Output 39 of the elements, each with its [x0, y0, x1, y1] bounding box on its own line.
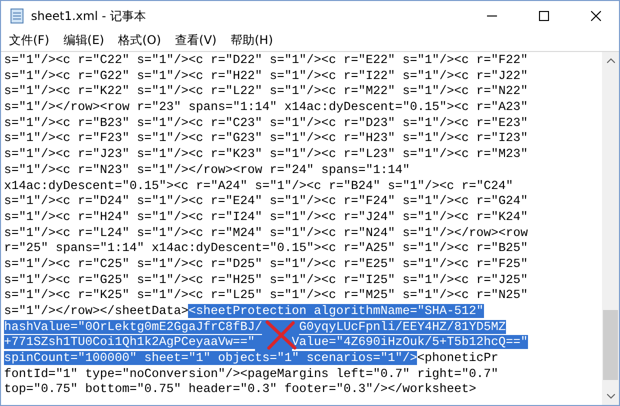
- text-line: s="1"/><c r="C25" s="1"/><c r="D25" s="1"/><c r="E25" s="1"/><c r="F25": [4, 256, 528, 271]
- selected-text: +771SZsh1TU0Coi1Qh1k2AgPCeyaaVw==": [4, 335, 255, 350]
- selected-text: Value="4Z690iHzOuk/5+T5b12hcQ==": [292, 335, 528, 350]
- chevron-up-icon: [606, 58, 614, 63]
- menu-item[interactable]: 查看(V): [171, 31, 225, 50]
- menu-item[interactable]: 文件(F): [5, 31, 58, 50]
- notepad-icon: [9, 8, 25, 24]
- text-line: <phoneticPr: [417, 351, 498, 366]
- window-title: sheet1.xml - 记事本: [31, 8, 147, 24]
- text-line: s="1"/><c r="B23" s="1"/><c r="C23" s="1"/><c r="D23" s="1"/><c r="E23": [4, 116, 528, 130]
- text-line: x14ac:dyDescent="0.15"><c r="A24" s="1"/><c r="B24" s="1"/><c r="C24": [4, 178, 514, 192]
- text-line: s="1"/><c r="F23" s="1"/><c r="G23" s="1"/><c r="H23" s="1"/><c r="I23": [4, 131, 528, 146]
- text-line: top="0.75" bottom="0.75" header="0.3" footer="0.3"/></worksheet>: [4, 382, 476, 396]
- selected-text: <sheetProtection algorithmName="SHA-512": [188, 304, 484, 318]
- text-line: s="1"/><c r="C22" s="1"/><c r="D22" s="1"/><c r="E22" s="1"/><c r="F22": [4, 53, 528, 67]
- text-line: r="25" spans="1:14" x14ac:dyDescent="0.15"><c r="A25" s="1"/><c r="B25": [4, 241, 528, 256]
- close-icon: [591, 11, 601, 21]
- scrollbar[interactable]: [602, 52, 619, 405]
- text-line: s="1"/><c r="H24" s="1"/><c r="I24" s="1"/><c r="J24" s="1"/><c r="K24": [4, 210, 528, 224]
- text-line: fontId="1" type="noConversion"/><pageMargins left="0.7" right="0.7": [4, 366, 498, 381]
- chevron-down-icon: [606, 394, 614, 399]
- text-line: s="1"/></row><row r="23" spans="1:14" x14ac:dyDescent="0.15"><c r="A23": [4, 100, 528, 114]
- text-line: s="1"/><c r="K22" s="1"/><c r="L22" s="1"/><c r="M22" s="1"/><c r="N22": [4, 84, 528, 98]
- scrollbar-thumb[interactable]: [603, 310, 618, 380]
- text-line: s="1"/><c r="D24" s="1"/><c r="E24" s="1"/><c r="F24" s="1"/><c r="G24": [4, 194, 528, 208]
- text-line: s="1"/></row></sheetData>: [4, 304, 188, 318]
- text-line: s="1"/><c r="K25" s="1"/><c r="L25" s="1"/><c r="M25" s="1"/><c r="N25": [4, 288, 528, 302]
- menu-item[interactable]: 帮助(H): [226, 31, 281, 50]
- selected-text: G0yqyLUcFpnli/EEY4HZ/81YD5MZ: [299, 320, 506, 334]
- text-line: s="1"/><c r="N23" s="1"/></row><row r="24" spans="1:14": [4, 162, 410, 177]
- text-line: s="1"/><c r="G25" s="1"/><c r="H25" s="1"/><c r="I25" s="1"/><c r="J25": [4, 272, 528, 287]
- selected-text: hashValue="0OrLektg0mE2GgaJfrC8fBJ/: [4, 320, 262, 334]
- selected-text: spinCount="100000" sheet="1" objects="1" scenarios="1"/>: [4, 351, 418, 366]
- menu-item[interactable]: 编辑(E): [59, 31, 112, 50]
- text-line: s="1"/><c r="L24" s="1"/><c r="M24" s="1"/><c r="N24" s="1"/></row><row: [4, 226, 528, 240]
- maximize-icon: [539, 11, 549, 21]
- text-line: s="1"/><c r="G22" s="1"/><c r="H22" s="1"/><c r="I22" s="1"/><c r="J22": [4, 68, 528, 83]
- menu-item[interactable]: 格式(O): [114, 31, 170, 50]
- text-line: s="1"/><c r="J23" s="1"/><c r="K23" s="1"/><c r="L23" s="1"/><c r="M23": [4, 147, 528, 162]
